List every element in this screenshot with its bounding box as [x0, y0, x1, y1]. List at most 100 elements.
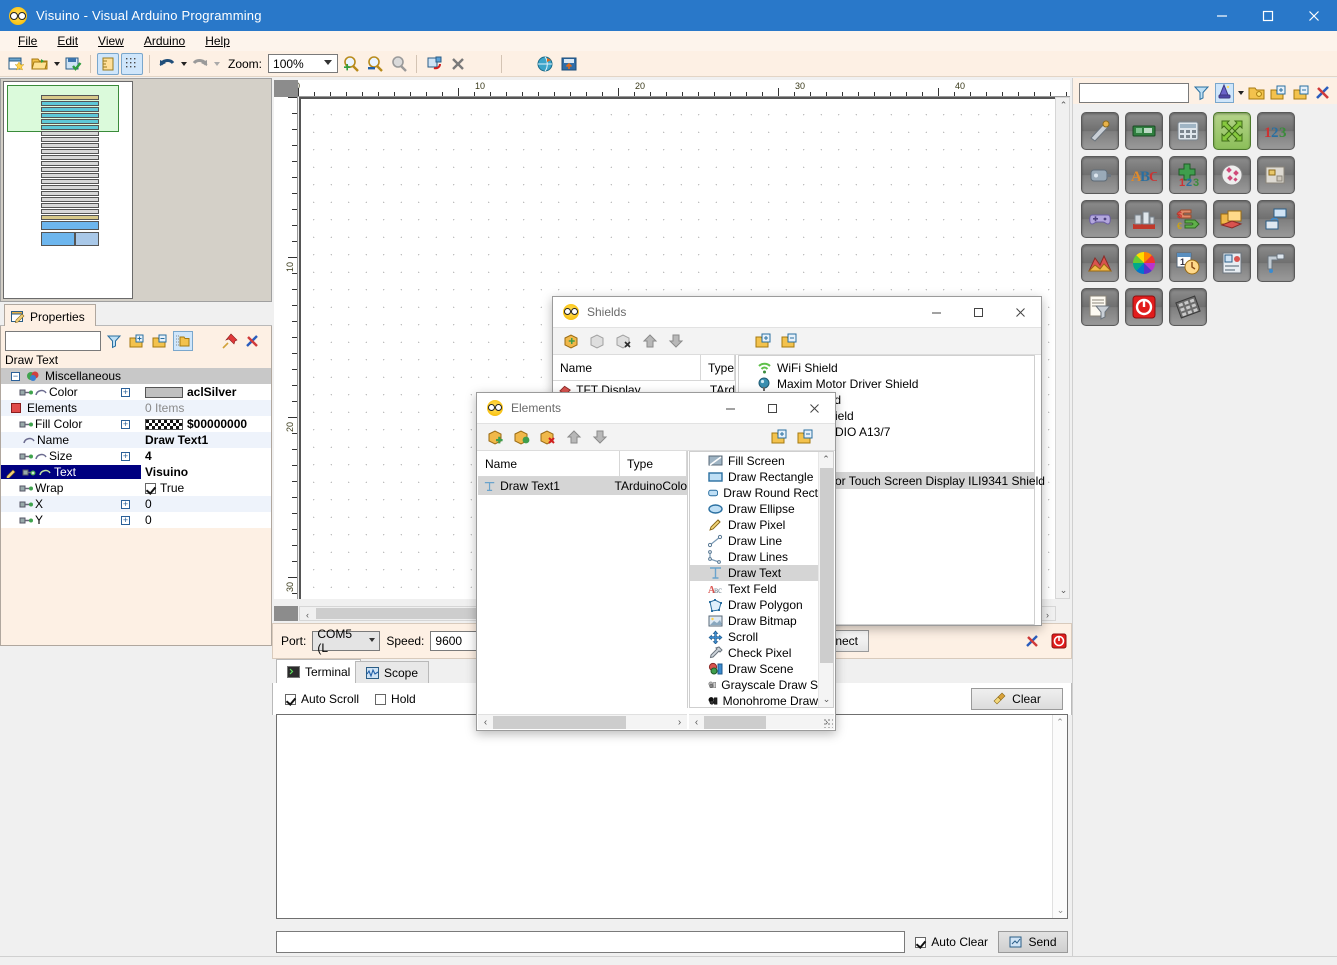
tab-scope[interactable]: Scope [355, 661, 429, 683]
move-down-icon[interactable] [665, 330, 687, 352]
copy-shield-icon[interactable] [587, 330, 609, 352]
zoom-reset-icon[interactable] [388, 53, 410, 75]
power-icon[interactable] [1048, 631, 1069, 651]
hold-checkbox[interactable] [375, 694, 386, 705]
palette-cell-color[interactable] [1125, 244, 1163, 282]
wizard-dropdown-icon[interactable] [1238, 91, 1244, 95]
expand-expander-icon[interactable]: + [121, 420, 130, 429]
elements-col-type[interactable]: Type [620, 451, 687, 477]
auto-clear-option[interactable]: Auto Clear [915, 935, 988, 949]
elements-tree-item-scroll[interactable]: Scroll [690, 629, 818, 645]
delete-element-icon[interactable] [537, 426, 559, 448]
shields-maximize-button[interactable] [957, 297, 999, 327]
menu-file[interactable]: File [8, 32, 47, 50]
port-select[interactable]: COM5 (L [312, 631, 380, 651]
shields-close-button[interactable] [999, 297, 1041, 327]
palette-cell-time[interactable]: 1 [1169, 244, 1207, 282]
pin-icon[interactable] [220, 331, 240, 351]
elements-list[interactable]: Name Type Draw Text1 TArduinoColo ‹ › [478, 451, 688, 708]
delete-icon[interactable] [447, 53, 469, 75]
property-row-y[interactable]: Y + 0 [1, 512, 271, 528]
undo-dropdown-icon[interactable] [181, 62, 187, 66]
property-row-color[interactable]: Color + aclSilver [1, 384, 271, 400]
palette-cell-convert[interactable]: $€ [1169, 200, 1207, 238]
expand-expander-icon[interactable]: + [121, 388, 130, 397]
elements-tree-item-draw-scene[interactable]: Draw Scene [690, 661, 818, 677]
elements-tree-item-draw-text[interactable]: Draw Text [690, 565, 818, 581]
elements-tree-item-monohrome-draw-scene[interactable]: Monohrome Draw [690, 693, 818, 707]
scroll-left-icon[interactable]: ‹ [300, 607, 315, 622]
palette-cell-keypad[interactable] [1169, 288, 1207, 326]
vscroll-thumb[interactable] [820, 468, 833, 663]
palette-cell-game[interactable] [1081, 200, 1119, 238]
wrap-checkbox[interactable] [145, 483, 156, 494]
zoom-in-icon[interactable] [340, 53, 362, 75]
upload-web-icon[interactable] [534, 53, 556, 75]
elements-list-hscroll[interactable]: ‹ › [478, 714, 687, 729]
move-down-icon[interactable] [589, 426, 611, 448]
expand-all-icon[interactable] [127, 331, 147, 351]
palette-cell-math[interactable] [1169, 112, 1207, 150]
delete-shield-icon[interactable] [613, 330, 635, 352]
auto-scroll-option[interactable]: Auto Scroll [285, 692, 359, 706]
palette-cell-display[interactable] [1213, 244, 1251, 282]
canvas-vertical-scrollbar[interactable]: ⌃ ⌄ [1055, 97, 1070, 599]
menu-help[interactable]: Help [195, 32, 240, 50]
toggle-ruler-icon[interactable] [97, 53, 119, 75]
palette-cell-network[interactable] [1257, 200, 1295, 238]
new-file-icon[interactable] [5, 53, 27, 75]
group-by-category-icon[interactable] [173, 331, 193, 351]
menu-edit[interactable]: Edit [47, 32, 88, 50]
palette-cell-text[interactable]: ABC [1125, 156, 1163, 194]
expand-expander-icon[interactable]: + [121, 500, 130, 509]
upload-board-icon[interactable] [558, 53, 580, 75]
compile-icon[interactable] [423, 53, 445, 75]
horizontal-scroll-thumb[interactable] [316, 608, 501, 619]
palette-cell-memory[interactable] [1257, 156, 1295, 194]
palette-cell-chart[interactable] [1081, 244, 1119, 282]
scroll-up-icon[interactable]: ⌃ [1056, 98, 1071, 113]
elements-tree-item-draw-pixel[interactable]: Draw Pixel [690, 517, 818, 533]
auto-clear-checkbox[interactable] [915, 937, 926, 948]
duplicate-element-icon[interactable] [511, 426, 533, 448]
hold-option[interactable]: Hold [375, 692, 416, 706]
redo-icon[interactable] [189, 53, 211, 75]
tab-properties[interactable]: Properties [4, 304, 96, 326]
elements-close-button[interactable] [793, 393, 835, 423]
elements-maximize-button[interactable] [751, 393, 793, 423]
zoom-out-icon[interactable] [364, 53, 386, 75]
palette-cell-boards[interactable] [1125, 112, 1163, 150]
elements-tree-item-fill-screen[interactable]: Fill Screen [690, 453, 818, 469]
elements-tree-item-draw-ellipse[interactable]: Draw Ellipse [690, 501, 818, 517]
palette-search-input[interactable] [1079, 83, 1189, 103]
move-up-icon[interactable] [639, 330, 661, 352]
elements-tree-item-draw-lines[interactable]: Draw Lines [690, 549, 818, 565]
redo-dropdown-icon[interactable] [214, 62, 220, 66]
collapse-all-icon[interactable] [795, 426, 817, 448]
elements-tree-item-draw-round-rect[interactable]: Draw Round Rect [690, 485, 818, 501]
filter-icon[interactable] [104, 331, 124, 351]
palette-cell-filter-list[interactable] [1081, 288, 1119, 326]
menu-view[interactable]: View [88, 32, 134, 50]
auto-scroll-checkbox[interactable] [285, 694, 296, 705]
scroll-left-icon[interactable]: ‹ [478, 717, 493, 728]
zoom-select[interactable]: 100% [268, 54, 338, 73]
elements-tree-hscroll[interactable]: ‹ › [689, 714, 834, 729]
elements-tree-item-draw-rectangle[interactable]: Draw Rectangle [690, 469, 818, 485]
terminal-vertical-scrollbar[interactable]: ⌃ ⌄ [1052, 715, 1067, 918]
save-file-icon[interactable] [62, 53, 84, 75]
add-shield-icon[interactable] [561, 330, 583, 352]
property-row-size[interactable]: Size + 4 [1, 448, 271, 464]
scroll-up-icon[interactable]: ⌃ [1053, 715, 1067, 730]
elements-list-row[interactable]: Draw Text1 TArduinoColo [478, 477, 687, 495]
elements-tree-item-check-pixel[interactable]: Check Pixel [690, 645, 818, 661]
palette-cell-analog[interactable] [1081, 112, 1119, 150]
scroll-up-icon[interactable]: ⌃ [819, 452, 833, 467]
toggle-grid-icon[interactable] [121, 53, 143, 75]
undo-icon[interactable] [156, 53, 178, 75]
expand-all-icon[interactable] [769, 426, 791, 448]
scroll-right-icon[interactable]: › [672, 717, 687, 728]
options-icon[interactable] [1022, 631, 1043, 651]
collapse-all-icon[interactable] [779, 330, 801, 352]
elements-tree-item-draw-bitmap[interactable]: Draw Bitmap [690, 613, 818, 629]
